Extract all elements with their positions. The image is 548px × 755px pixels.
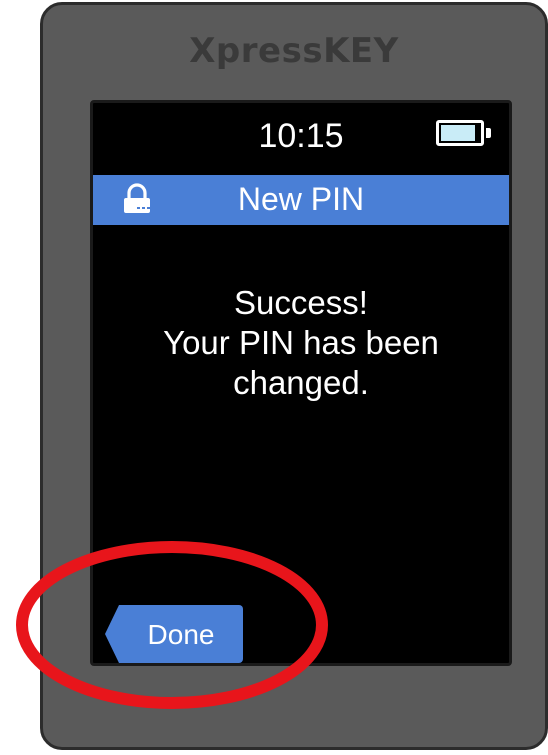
device-body: XpressKEY 10:15 New PIN Success! Your PI… [40,2,548,750]
device-screen: 10:15 New PIN Success! Your PIN has been… [90,100,512,666]
device-brand-label: XpressKEY [189,31,399,71]
screen-title: New PIN [237,181,365,217]
done-button[interactable]: Done [105,605,243,663]
success-message: Success! Your PIN has been changed. [93,283,509,403]
message-line-3: changed. [233,364,369,401]
message-line-1: Success! [234,284,368,321]
done-button-label: Done [147,619,215,650]
battery-level-fill [441,125,475,141]
message-line-2: Your PIN has been [163,324,439,361]
battery-terminal [486,128,491,138]
screen-title-bar: New PIN [93,175,509,225]
battery-icon [436,120,484,146]
